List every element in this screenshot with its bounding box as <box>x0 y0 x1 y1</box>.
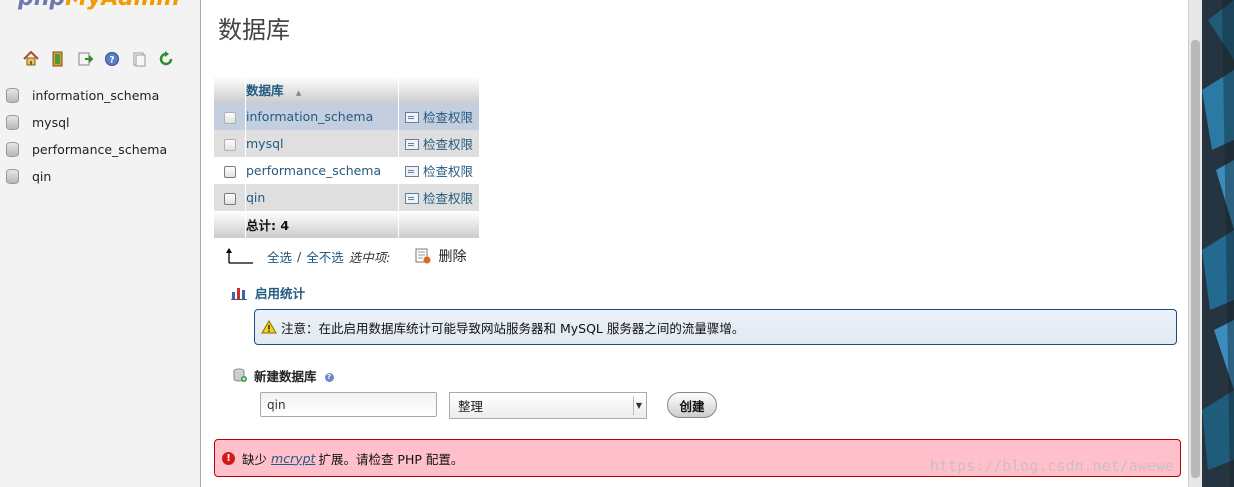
check-privileges-link[interactable]: 检查权限 <box>398 157 479 184</box>
select-none-link[interactable]: 全不选 <box>306 247 344 266</box>
home-icon[interactable] <box>22 50 39 67</box>
docs-icon[interactable] <box>130 50 147 67</box>
reload-icon[interactable] <box>157 50 174 67</box>
create-button[interactable]: 创建 <box>667 392 717 418</box>
table-row[interactable]: qin 检查权限 <box>214 184 479 211</box>
row-checkbox[interactable] <box>223 138 236 151</box>
new-database-icon <box>233 368 247 382</box>
db-name-link[interactable]: performance_schema <box>245 157 399 184</box>
privileges-icon <box>405 166 419 177</box>
logout-icon[interactable] <box>49 50 66 67</box>
check-privileges-link[interactable]: 检查权限 <box>398 184 479 211</box>
row-checkbox[interactable] <box>223 192 236 205</box>
delete-button[interactable]: 删除 <box>414 246 466 266</box>
database-icon <box>6 142 19 157</box>
db-name-link[interactable]: qin <box>245 184 399 211</box>
database-name-input[interactable] <box>260 392 437 417</box>
table-row[interactable]: information_schema 检查权限 <box>214 103 479 130</box>
table-row[interactable]: performance_schema 检查权限 <box>214 157 479 184</box>
database-icon <box>6 169 19 184</box>
vertical-scrollbar[interactable] <box>1188 0 1203 487</box>
page-title: 数据库 <box>218 16 290 44</box>
database-table: 数据库 ▲ information_schema 检查权限 mysql 检查权限… <box>214 76 479 238</box>
chevron-down-icon: ▼ <box>633 396 644 415</box>
watermark-text: https://blog.csdn.net/awewe <box>930 457 1174 475</box>
total-count: 总计: 4 <box>245 211 399 238</box>
enable-statistics-link[interactable]: 启用统计 <box>231 283 305 302</box>
nav-db-item[interactable]: information_schema <box>6 82 167 109</box>
help-icon[interactable]: ? <box>324 373 334 382</box>
notice-box: 注意：在此启用数据库统计可能导致网站服务器和 MySQL 服务器之间的流量骤增。 <box>254 309 1177 345</box>
sort-asc-icon: ▲ <box>295 89 302 97</box>
row-checkbox[interactable] <box>223 111 236 124</box>
table-row[interactable]: mysql 检查权限 <box>214 130 479 157</box>
create-database-heading: 新建数据库 ? <box>233 366 334 385</box>
nav-db-item[interactable]: qin <box>6 163 167 190</box>
check-privileges-link[interactable]: 检查权限 <box>398 130 479 157</box>
select-all-link[interactable]: 全选 <box>267 247 292 266</box>
with-selected-label: 选中项: <box>348 249 391 265</box>
navigation-panel: phpMyAdmin ? information_schema mysql pe… <box>0 0 201 487</box>
svg-text:?: ? <box>109 55 114 65</box>
error-icon: ! <box>222 451 235 465</box>
mcrypt-link[interactable]: mcrypt <box>271 451 315 466</box>
nav-db-item[interactable]: mysql <box>6 109 167 136</box>
delete-icon <box>415 248 431 264</box>
database-icon <box>6 88 19 103</box>
privileges-icon <box>405 193 419 204</box>
table-header-row: 数据库 ▲ <box>214 76 479 103</box>
arrow-ltr-icon <box>225 247 253 265</box>
database-tree: information_schema mysql performance_sch… <box>6 82 167 190</box>
scrollbar-thumb[interactable] <box>1191 40 1200 478</box>
sort-header-database[interactable]: 数据库 ▲ <box>245 76 399 103</box>
nav-db-item[interactable]: performance_schema <box>6 136 167 163</box>
main-content: 数据库 数据库 ▲ information_schema 检查权限 mysql … <box>201 0 1188 487</box>
table-total-row: 总计: 4 <box>214 211 479 238</box>
phpmyadmin-logo[interactable]: phpMyAdmin <box>18 0 180 11</box>
selection-bar: 全选 / 全不选 选中项: 删除 <box>225 246 466 266</box>
help-icon[interactable]: ? <box>103 50 120 67</box>
query-window-icon[interactable] <box>76 50 93 67</box>
collation-select[interactable]: 整理 ▼ <box>449 392 647 419</box>
database-icon <box>6 115 19 130</box>
db-name-link[interactable]: mysql <box>245 130 399 157</box>
row-checkbox[interactable] <box>223 165 236 178</box>
privileges-icon <box>405 139 419 150</box>
warning-icon <box>261 320 277 334</box>
desktop-background <box>1202 0 1234 487</box>
db-name-link[interactable]: information_schema <box>245 103 399 130</box>
check-privileges-link[interactable]: 检查权限 <box>398 103 479 130</box>
privileges-icon <box>405 112 419 123</box>
nav-icon-bar: ? <box>22 50 174 67</box>
bar-chart-icon <box>231 287 247 300</box>
